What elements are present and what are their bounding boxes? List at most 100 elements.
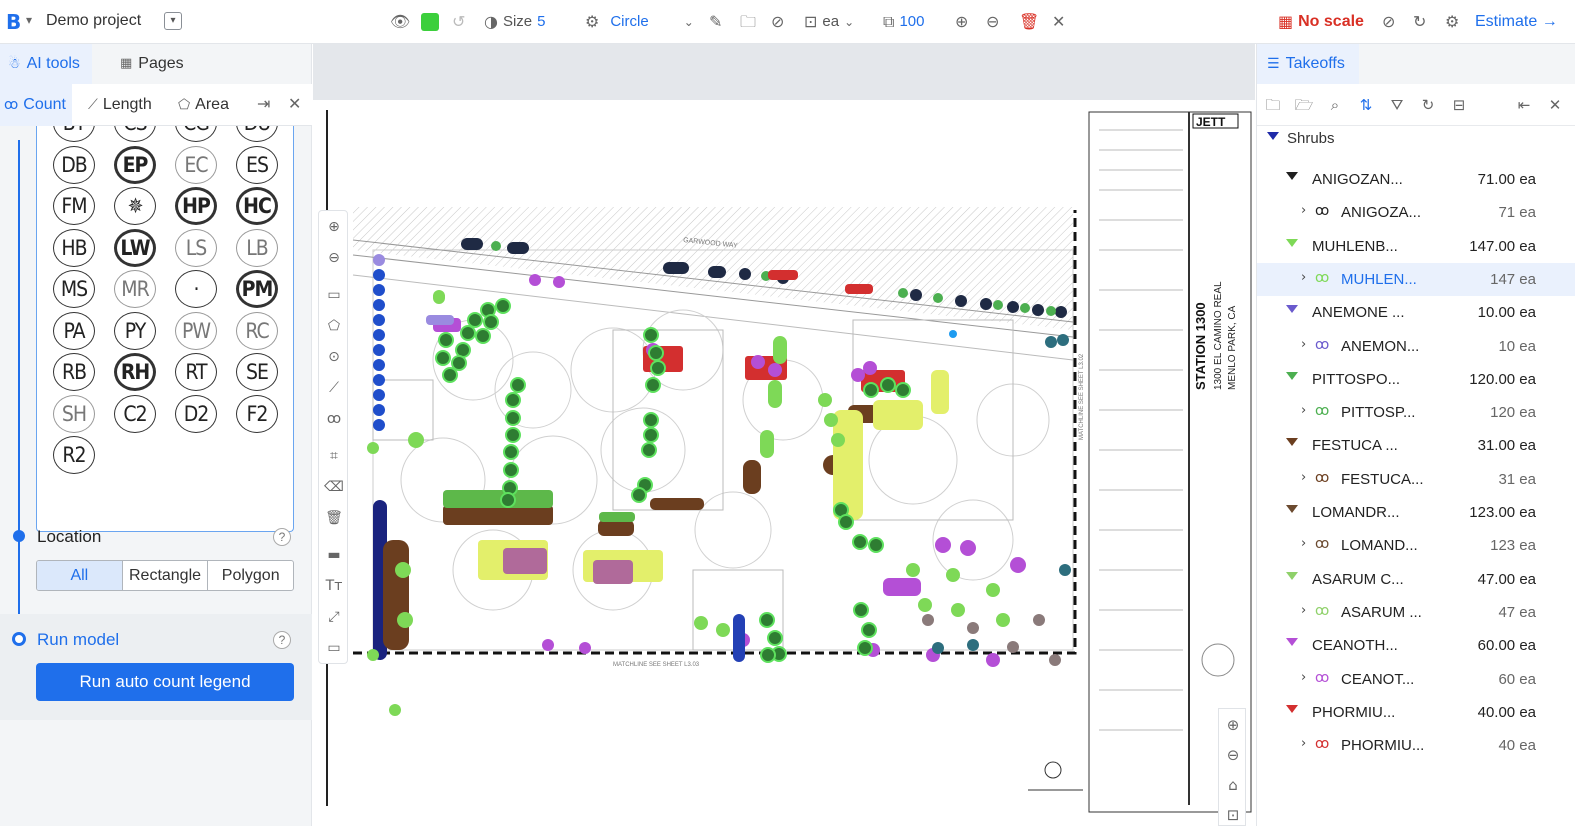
help-icon[interactable]: ? — [273, 528, 291, 546]
trash-icon[interactable]: 🗑 — [1019, 11, 1039, 33]
location-polygon-option[interactable]: Polygon — [208, 561, 293, 590]
close-icon[interactable]: ✕ — [1052, 11, 1065, 33]
rectangle-tool-icon[interactable]: ▭ — [319, 283, 349, 307]
subtab-area[interactable]: ⬠ Area — [178, 84, 229, 126]
rotate-icon[interactable]: ↺ — [452, 11, 465, 33]
frame-icon[interactable]: ▭ — [319, 636, 349, 660]
history-icon[interactable]: ↻ — [1413, 11, 1426, 33]
takeoff-item[interactable]: ASARUM C... 47.00 ea — [1257, 563, 1575, 596]
zoom-out-icon[interactable]: ⊖ — [1219, 741, 1247, 769]
chevron-right-icon[interactable]: › — [1301, 470, 1306, 485]
tab-takeoffs[interactable]: ☰ Takeoffs — [1257, 44, 1359, 84]
legend-symbol[interactable]: ✵ — [114, 187, 156, 225]
line-tool-icon[interactable]: ⤢ — [319, 605, 349, 629]
legend-symbol[interactable]: PY — [114, 311, 156, 350]
legend-symbol[interactable]: LB — [236, 228, 278, 267]
legend-symbol[interactable]: ES — [236, 145, 278, 184]
chevron-right-icon[interactable]: › — [1301, 736, 1306, 751]
takeoff-item[interactable]: PITTOSPO... 120.00 ea — [1257, 363, 1575, 396]
crop-icon[interactable]: ⌗ — [319, 444, 349, 468]
zoom-in-icon[interactable]: ⊕ — [1219, 711, 1247, 739]
project-name[interactable]: Demo project — [46, 12, 141, 30]
trash-icon[interactable]: 🗑 — [319, 506, 349, 530]
legend-symbol[interactable]: MS — [53, 270, 95, 308]
hide-markup-icon[interactable]: ⊘ — [771, 11, 784, 33]
home-icon[interactable]: ⌂ — [1219, 771, 1247, 799]
takeoff-group-shrubs[interactable]: Shrubs — [1257, 126, 1575, 152]
no-scale-button[interactable]: ▦ No scale — [1278, 11, 1364, 33]
legend-symbol[interactable]: PA — [53, 311, 95, 350]
chevron-right-icon[interactable]: › — [1301, 603, 1306, 618]
chevron-right-icon[interactable]: › — [1301, 403, 1306, 418]
ruler-icon[interactable]: ▬ — [319, 543, 349, 567]
zoom-out-icon[interactable]: ⊖ — [986, 11, 999, 33]
zoom-control[interactable]: ⧉ 100 — [883, 11, 924, 33]
polyline-tool-icon[interactable]: ⟋ — [319, 376, 349, 400]
takeoff-subitem[interactable]: › ꝏ ANIGOZA... 71 ea — [1257, 196, 1575, 229]
legend-symbol[interactable]: MR — [114, 270, 156, 308]
legend-symbol[interactable]: · — [175, 270, 217, 308]
drawing-sheet[interactable]: JETT STATION 1300 1300 EL CAMINO REAL ME… — [313, 100, 1255, 826]
legend-symbol[interactable]: DB — [53, 145, 95, 184]
legend-symbol[interactable]: HB — [53, 228, 95, 267]
chevron-right-icon[interactable]: › — [1301, 203, 1306, 218]
landscape-plan-drawing[interactable]: JETT STATION 1300 1300 EL CAMINO REAL ME… — [313, 100, 1255, 826]
unit-select[interactable]: ⊡ ea ⌄ — [804, 11, 854, 33]
takeoff-subitem[interactable]: › ꝏ ASARUM ... 47 ea — [1257, 596, 1575, 629]
takeoff-item[interactable]: PHORMIU... 40.00 ea — [1257, 696, 1575, 729]
size-control[interactable]: ◑ Size 5 — [484, 11, 546, 33]
edit-pencil-icon[interactable]: ✎ — [709, 11, 722, 33]
legend-symbol[interactable]: PM — [236, 270, 278, 308]
takeoff-subitem[interactable]: › ꝏ FESTUCA... 31 ea — [1257, 463, 1575, 496]
refresh-icon[interactable]: ↻ — [1417, 94, 1439, 116]
legend-symbol[interactable]: BT — [53, 126, 95, 142]
legend-symbol[interactable]: F2 — [236, 394, 278, 433]
legend-symbol[interactable]: RT — [175, 353, 217, 391]
help-icon[interactable]: ? — [273, 631, 291, 649]
close-icon[interactable]: ✕ — [288, 84, 301, 126]
legend-symbol[interactable]: RH — [114, 353, 156, 391]
legend-symbol[interactable]: LS — [175, 228, 217, 267]
legend-symbol[interactable]: PW — [175, 311, 217, 350]
estimate-button[interactable]: Estimate → — [1475, 11, 1558, 33]
legend-symbol[interactable]: SE — [236, 353, 278, 391]
sort-icon[interactable]: ⇅ — [1355, 94, 1377, 116]
legend-symbol[interactable]: HP — [175, 187, 217, 225]
takeoff-item[interactable]: CEANOTH... 60.00 ea — [1257, 629, 1575, 662]
archive-icon[interactable]: ⊟ — [1448, 94, 1470, 116]
chevron-down-icon[interactable]: ▾ — [26, 13, 32, 27]
text-tool-icon[interactable]: Tт — [319, 574, 349, 598]
zoom-out-icon[interactable]: ⊖ — [319, 246, 349, 270]
fit-view-icon[interactable]: ⊡ — [1219, 801, 1247, 826]
legend-symbol[interactable]: FM — [53, 187, 95, 225]
app-logo[interactable]: B — [6, 10, 21, 34]
location-rectangle-option[interactable]: Rectangle — [123, 561, 209, 590]
settings-gear-icon[interactable]: ⚙ — [1445, 11, 1459, 33]
takeoff-subitem[interactable]: › ꝏ LOMAND... 123 ea — [1257, 529, 1575, 562]
zoom-in-icon[interactable]: ⊕ — [319, 215, 349, 239]
legend-symbol[interactable]: DU — [236, 126, 278, 142]
takeoff-subitem[interactable]: › ꝏ CEANOT... 60 ea — [1257, 663, 1575, 696]
legend-symbol[interactable]: EP — [114, 145, 156, 184]
legend-symbol-list[interactable]: BT CS CG DU DB EP EC ES FM ✵ HP HC HB LW LS LB MS MR · PM PA… — [36, 126, 294, 532]
legend-symbol[interactable]: CG — [175, 126, 217, 142]
tab-pages[interactable]: ▦ Pages — [120, 44, 184, 84]
polygon-tool-icon[interactable]: ⬠ — [319, 314, 349, 338]
takeoff-subitem[interactable]: › ꝏ MUHLEN... 147 ea — [1257, 262, 1575, 296]
hide-icon[interactable]: ⊘ — [1382, 11, 1395, 33]
takeoff-item[interactable]: FESTUCA ... 31.00 ea — [1257, 429, 1575, 462]
chevron-right-icon[interactable]: › — [1301, 270, 1306, 285]
subtab-length[interactable]: ⟋ Length — [88, 84, 152, 126]
count-tool-icon[interactable]: ꝏ — [319, 407, 349, 431]
takeoff-item[interactable]: ANEMONE ... 10.00 ea — [1257, 296, 1575, 329]
legend-symbol[interactable]: RB — [53, 353, 95, 391]
legend-symbol[interactable]: D2 — [175, 394, 217, 433]
move-folder-icon[interactable]: 🗁 — [1293, 94, 1315, 116]
location-all-option[interactable]: All — [37, 561, 123, 590]
close-icon[interactable]: ✕ — [1544, 94, 1566, 116]
filter-icon[interactable]: ⛛ — [1386, 94, 1408, 116]
chevron-right-icon[interactable]: › — [1301, 670, 1306, 685]
eraser-icon[interactable]: ⌫ — [319, 475, 349, 499]
drawing-canvas[interactable]: JETT STATION 1300 1300 EL CAMINO REAL ME… — [313, 44, 1255, 826]
legend-symbol[interactable]: CS — [114, 126, 156, 142]
